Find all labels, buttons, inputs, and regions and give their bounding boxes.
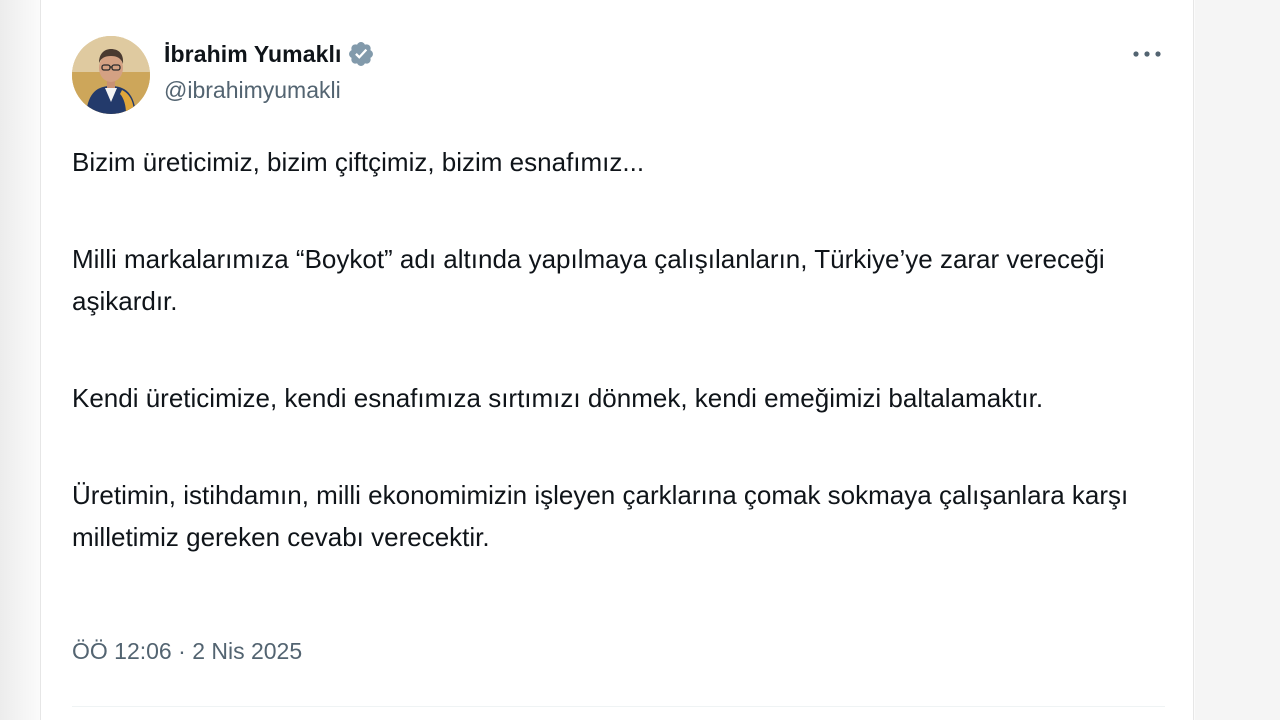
- tweet-timestamp: ÖÖ 12:06 · 2 Nis 2025: [72, 638, 302, 665]
- profile-photo: [72, 36, 150, 114]
- tweet-date[interactable]: 2 Nis 2025: [192, 638, 302, 664]
- more-options-button[interactable]: [1127, 42, 1167, 66]
- tweet-paragraph: Milli markalarımıza “Boykot” adı altında…: [72, 244, 1105, 316]
- author-handle[interactable]: @ibrahimyumakli: [164, 77, 375, 104]
- tweet-paragraph: Bizim üreticimiz, bizim çiftçimiz, bizim…: [72, 147, 645, 177]
- more-horizontal-icon: [1133, 51, 1161, 57]
- verified-badge-icon[interactable]: [347, 40, 375, 68]
- tweet-card: İbrahim Yumaklı @ibrahimyumakli Bizim ür…: [40, 0, 1194, 720]
- avatar[interactable]: [72, 36, 150, 114]
- page: İbrahim Yumaklı @ibrahimyumakli Bizim ür…: [0, 0, 1280, 720]
- right-gutter: [1195, 0, 1280, 720]
- tweet-text: Bizim üreticimiz, bizim çiftçimiz, bizim…: [72, 141, 1172, 558]
- author-name[interactable]: İbrahim Yumaklı: [164, 41, 341, 68]
- name-row: İbrahim Yumaklı: [164, 38, 375, 70]
- tweet-header: İbrahim Yumaklı @ibrahimyumakli: [164, 38, 375, 104]
- tweet-paragraph: Kendi üreticimize, kendi esnafımıza sırt…: [72, 383, 1044, 413]
- divider: [72, 706, 1165, 707]
- tweet-paragraph: Üretimin, istihdamın, milli ekonomimizin…: [72, 480, 1129, 552]
- meta-separator: ·: [178, 638, 186, 664]
- tweet-time[interactable]: ÖÖ 12:06: [72, 638, 172, 664]
